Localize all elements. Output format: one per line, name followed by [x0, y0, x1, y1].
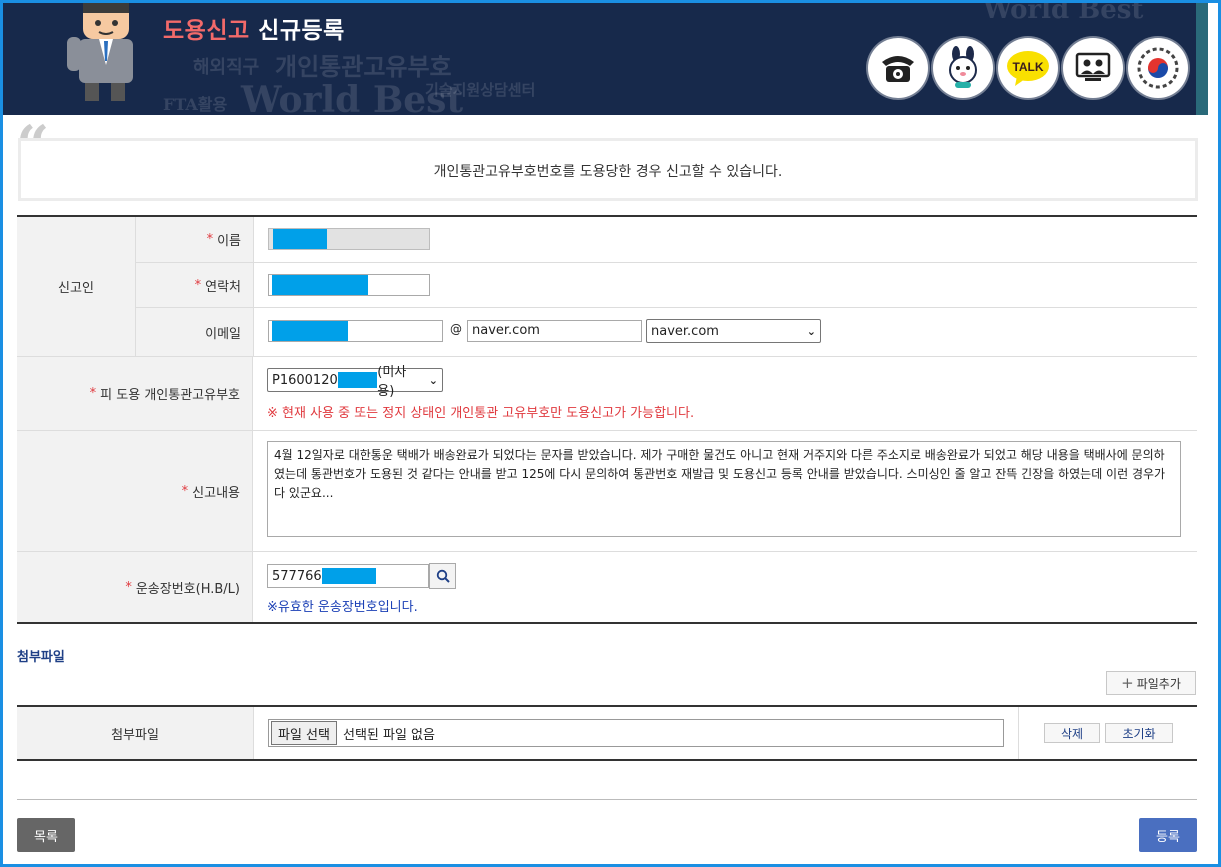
required-mark: * [181, 483, 189, 499]
add-file-label: 파일추가 [1136, 676, 1181, 691]
reporter-fields: * 이름 * 연락처 이메일 @ naver.com naver.com ⌄ [136, 217, 1197, 356]
notice-box: 개인통관고유부호번호를 도용당한 경우 신고할 수 있습니다. [18, 138, 1198, 201]
email-id-input[interactable] [268, 320, 443, 342]
svg-text:TALK: TALK [1012, 60, 1043, 74]
name-row: * 이름 [136, 217, 1197, 263]
mascot-rabbit-button[interactable] [933, 38, 993, 98]
waybill-value: 577766 [272, 568, 322, 584]
reporter-group-label: 신고인 [17, 217, 136, 356]
choose-file-button[interactable]: 파일 선택 [271, 721, 337, 745]
header-shortcuts: TALK [868, 38, 1188, 98]
email-label-text: 이메일 [205, 326, 241, 342]
victim-code-select-value: P1600120 (미사용) [272, 361, 423, 399]
email-domain-input[interactable]: naver.com [467, 320, 642, 342]
email-row: 이메일 @ naver.com naver.com ⌄ [136, 308, 1197, 356]
header-bg-word: FTA활용 [163, 95, 228, 114]
required-mark: * [206, 232, 214, 247]
victim-code-label: * 피 도용 개인통관고유부호 [17, 357, 253, 430]
header-edge-strip [1196, 3, 1208, 115]
name-input[interactable] [268, 228, 430, 250]
required-mark: * [89, 386, 97, 401]
masked-contact [272, 275, 368, 295]
attachment-row-label: 첨부파일 [17, 707, 254, 759]
victim-code-cell: P1600120 (미사용) ⌄ ※ 현재 사용 중 또는 정지 상태인 개인통… [253, 357, 1197, 430]
video-consult-button[interactable] [1063, 38, 1123, 98]
add-file-button[interactable]: + 파일추가 [1106, 671, 1196, 695]
name-label: * 이름 [136, 217, 254, 262]
waybill-label-text: 운송장번호(H.B/L) [135, 581, 240, 597]
name-cell [254, 217, 1197, 262]
required-mark: * [194, 277, 202, 293]
waybill-row: * 운송장번호(H.B/L) 577766 ※유효한 운송장번호입니다. [17, 552, 1197, 622]
masked-waybill [321, 568, 376, 584]
masked-email-id [272, 321, 348, 341]
mascot-character-icon [67, 3, 133, 101]
kakaotalk-icon: TALK [1007, 51, 1049, 86]
name-label-text: 이름 [217, 234, 241, 249]
victim-code-select[interactable]: P1600120 (미사용) ⌄ [267, 365, 443, 399]
victim-code-prefix: P1600120 [272, 372, 338, 388]
notice-text: 개인통관고유부호번호를 도용당한 경우 신고할 수 있습니다. [433, 164, 783, 180]
contact-label: * 연락처 [136, 263, 254, 307]
waybill-cell: 577766 ※유효한 운송장번호입니다. [253, 552, 1197, 622]
page-title: 도용신고 신규등록 [163, 11, 345, 45]
contact-input[interactable] [268, 274, 430, 296]
waybill-label: * 운송장번호(H.B/L) [17, 552, 253, 622]
content-label: * 신고내용 [17, 431, 253, 551]
submit-button[interactable]: 등록 [1139, 818, 1197, 852]
header-bg-word: 해외직구 [193, 57, 260, 78]
reset-file-button[interactable]: 초기화 [1105, 723, 1173, 743]
kakaotalk-button[interactable]: TALK [998, 38, 1058, 98]
waybill-valid-message: ※유효한 운송장번호입니다. [267, 600, 418, 615]
search-icon [436, 569, 450, 583]
waybill-input[interactable]: 577766 [267, 564, 429, 588]
email-domain-select-value: naver.com [651, 323, 719, 339]
attachments-section-title: 첨부파일 [17, 650, 65, 665]
content-textarea[interactable]: 4월 12일자로 대한통운 택배가 배송완료가 되었다는 문자를 받았습니다. … [267, 441, 1181, 537]
list-button[interactable]: 목록 [17, 818, 75, 852]
delete-file-button[interactable]: 삭제 [1044, 723, 1100, 743]
masked-name [273, 229, 327, 249]
content-label-text: 신고내용 [192, 485, 240, 501]
content-cell: 4월 12일자로 대한통운 택배가 배송완료가 되었다는 문자를 받았습니다. … [253, 431, 1197, 551]
email-at-sign: @ [450, 322, 462, 336]
video-consult-icon [1075, 52, 1111, 81]
victim-code-row: * 피 도용 개인통관고유부호 P1600120 (미사용) ⌄ ※ 현재 사용… [17, 356, 1197, 431]
page-header: World Best 개인통관고유부호 해외직구 FTA활용 World Bes… [3, 3, 1208, 115]
attachment-table: 첨부파일 파일 선택 선택된 파일 없음 삭제 초기화 [17, 705, 1197, 761]
victim-code-status: (미사용) [377, 365, 407, 399]
divider [17, 799, 1197, 800]
victim-code-warning: ※ 현재 사용 중 또는 정지 상태인 개인통관 고유부호만 도용신고가 가능합… [267, 406, 695, 421]
email-label: 이메일 [136, 308, 254, 356]
content-row: * 신고내용 4월 12일자로 대한통운 택배가 배송완료가 되었다는 문자를 … [17, 431, 1197, 552]
reporter-group: 신고인 * 이름 * 연락처 이메일 @ naver.com naver.com… [17, 217, 1197, 356]
masked-victim-code [337, 372, 378, 388]
required-mark: * [125, 579, 132, 595]
plus-icon: + [1121, 674, 1134, 692]
government-emblem-button[interactable] [1128, 38, 1188, 98]
header-bg-word: 기술지원상담센터 [425, 81, 536, 99]
contact-row: * 연락처 [136, 263, 1197, 308]
chevron-down-icon: ⌄ [428, 373, 438, 387]
waybill-search-button[interactable] [429, 563, 456, 589]
mascot-rabbit-icon [949, 46, 977, 88]
page-title-accent: 도용신고 [163, 18, 250, 44]
email-cell: @ naver.com naver.com ⌄ [254, 308, 1197, 356]
contact-label-text: 연락처 [205, 279, 241, 295]
chevron-down-icon: ⌄ [806, 324, 816, 338]
no-file-text: 선택된 파일 없음 [342, 727, 435, 743]
divider [1018, 707, 1019, 759]
email-domain-select[interactable]: naver.com ⌄ [646, 319, 821, 343]
header-bg-word: 개인통관고유부호 [275, 52, 452, 81]
report-form: 신고인 * 이름 * 연락처 이메일 @ naver.com naver.com… [17, 215, 1197, 624]
page-title-main: 신규등록 [258, 18, 345, 44]
phone-icon [882, 56, 914, 82]
government-emblem-icon [1137, 47, 1179, 89]
victim-code-label-text: 피 도용 개인통관고유부호 [100, 388, 240, 403]
file-input[interactable]: 파일 선택 선택된 파일 없음 [268, 719, 1004, 747]
phone-button[interactable] [868, 38, 928, 98]
contact-cell [254, 263, 1197, 307]
header-bg-word: World Best [983, 3, 1144, 25]
